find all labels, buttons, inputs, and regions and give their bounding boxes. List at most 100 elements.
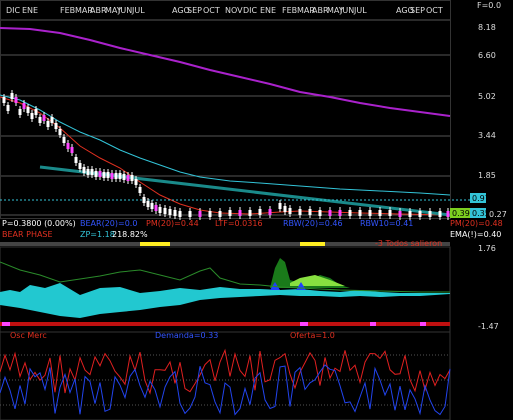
price-panel-border [0,0,451,219]
candle-body [378,210,382,216]
candle-body [158,207,162,213]
marker-green-label: 0.39 [452,209,470,218]
offer-label: Oferta=1.0 [290,331,335,340]
candle-body [188,211,192,217]
axis-tick: 5.02 [478,92,496,101]
candle-body [348,210,352,216]
upper-ma-line [0,27,451,117]
candle-body [198,211,202,217]
candle-body [26,107,30,113]
candle-body [86,169,90,175]
candle-body [142,197,146,203]
candle-body [134,179,138,185]
candle-body [90,169,94,175]
candle-body [34,109,38,115]
candle-body [30,113,34,119]
month-label: JUN [340,6,355,15]
candle-body [98,171,102,177]
candle-body [288,208,292,214]
candle-body [22,103,26,109]
candle-body [218,211,222,217]
axis-tick: 1.85 [478,171,496,180]
month-label: DIC [6,6,21,15]
candle-body [298,209,302,215]
candle-body [398,211,402,217]
candle-body [114,173,118,179]
candle-body [388,210,392,216]
candle-body [146,201,150,207]
ltf-readout: LTF=0.0316 [215,219,263,228]
candle-body [42,115,46,121]
candle-body [102,172,106,178]
candle-body [418,211,422,217]
candle-body [138,187,142,193]
candle-body [106,172,110,178]
candle-body [328,210,332,216]
candle-body [74,157,78,163]
osc-axis-bottom: -1.47 [478,322,499,331]
ema-readout: EMA(!)=0.40 [450,230,502,239]
candle-body [66,143,70,149]
price-gridlines [0,19,450,216]
candle-body [428,211,432,217]
month-label: OCT [203,6,220,15]
candle-body [78,163,82,169]
month-label: JUL [354,6,367,15]
candle-body [38,117,42,123]
zp-readout: ZP=1.18 [80,230,115,239]
demand-offer-panel [0,331,451,420]
month-label: FEB [282,6,298,15]
month-axis: DIC ENE FEB MAR ABR MAY JUN JUL AGO SEP OCT NOV DIC E… [0,6,450,16]
candle-body [278,203,282,209]
candle-body [110,173,114,179]
candle-body [150,203,154,209]
osc-bottom-strip [0,322,450,326]
axis-tick: 6.60 [478,51,496,60]
osc-axis-top: 1.76 [478,244,496,253]
rbw-readout: RBW(20)=0.46 [283,219,343,228]
candle-body [168,209,172,215]
candle-body [70,147,74,153]
month-label: FEB [60,6,76,15]
candle-body [126,175,130,181]
month-label: SEP [410,6,425,15]
candle-body [446,211,450,217]
candle-body [62,137,66,143]
bear-readout: BEAR(20)=0.0 [80,219,138,228]
candle-body [14,97,18,103]
candle-body [18,109,22,115]
rbw10-readout: RBW10=0.41 [360,219,414,228]
candle-body [208,211,212,217]
alert-label: -3 Todos salieron [375,239,443,248]
axis-tick: 0.27 [489,210,507,219]
candle-body [268,209,272,215]
axis-tick: 8.18 [478,23,496,32]
lower-ma-line [0,96,451,216]
pct-readout: 218.82% [112,230,148,239]
candle-body [154,205,158,211]
candle-body [338,210,342,216]
month-label: ENE [22,6,39,15]
chart-canvas [0,0,486,420]
candle-body [50,117,54,123]
marker-top-label: 0.97 [472,194,490,203]
candle-body [173,210,177,216]
candle-body [228,210,232,216]
candle-body [368,210,372,216]
candle-body [54,123,58,129]
month-label: DIC [243,6,258,15]
candle-body [2,97,6,103]
osc-merc-label: Osc Merc [10,331,47,340]
axis-tick: 3.44 [478,131,496,140]
candle-body [10,93,14,99]
month-label: NOV [225,6,243,15]
candle-body [283,206,287,212]
month-label: OCT [426,6,443,15]
month-label: SEP [187,6,202,15]
candle-body [318,210,322,216]
candle-body [6,105,10,111]
phase-label: BEAR PHASE [2,230,53,239]
month-label: ENE [260,6,277,15]
demand-label: Demanda=0.33 [155,331,219,340]
candle-body [408,211,412,217]
